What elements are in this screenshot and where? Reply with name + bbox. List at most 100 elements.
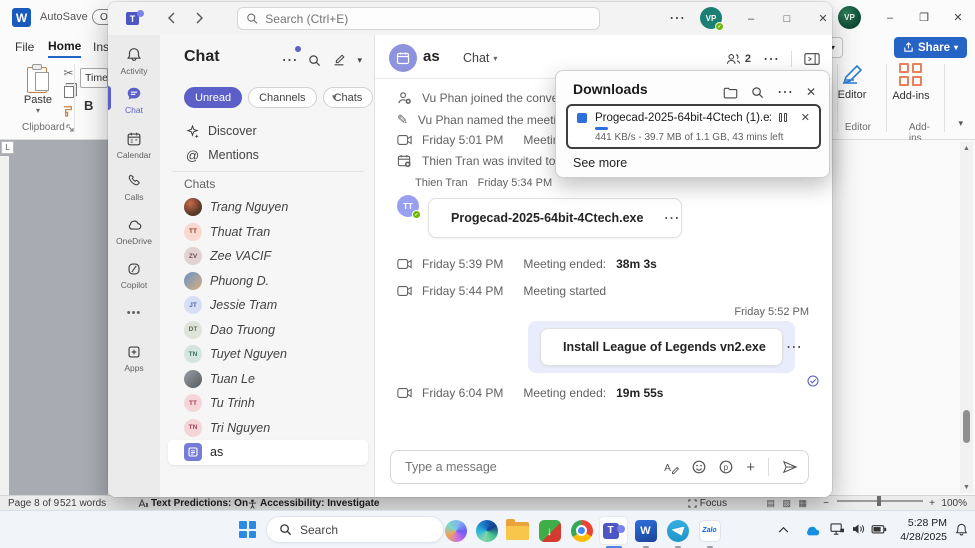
zoom-in-button[interactable]: + xyxy=(929,498,935,509)
word-minimize-button[interactable]: – xyxy=(873,0,907,35)
teams-search-input[interactable] xyxy=(265,12,591,26)
word-close-button[interactable]: ✕ xyxy=(941,0,975,35)
network-icon[interactable] xyxy=(830,523,845,536)
forward-button[interactable] xyxy=(190,9,208,27)
zoom-out-button[interactable]: − xyxy=(823,498,829,509)
cut-button[interactable]: ✂ xyxy=(63,66,73,80)
new-chat-icon[interactable] xyxy=(332,53,346,67)
filter-chats[interactable]: Chats xyxy=(323,87,374,108)
rail-item-calls[interactable]: Calls xyxy=(108,171,160,202)
format-icon[interactable]: A xyxy=(664,461,679,474)
rail-item-onedrive[interactable]: OneDrive xyxy=(108,215,160,246)
teams-profile-avatar[interactable]: VP ✓ xyxy=(700,7,722,29)
participants-button[interactable]: 2 xyxy=(725,52,751,66)
word-scrollbar[interactable]: ▲ ▼ xyxy=(960,142,973,493)
onedrive-icon[interactable] xyxy=(802,524,820,536)
chat-row-tu-trinh[interactable]: TT Tu Trinh xyxy=(168,391,368,416)
open-folder-icon[interactable] xyxy=(723,86,738,99)
zoom-percent[interactable]: 100% xyxy=(941,498,967,509)
filter-channels[interactable]: Channels xyxy=(248,87,316,108)
chat-row-zee-vacif[interactable]: ZV Zee VACIF xyxy=(168,244,368,269)
page-indicator[interactable]: Page 8 of 9 xyxy=(8,498,59,509)
chat-options-button[interactable]: ⋯ xyxy=(281,50,297,70)
view-print-layout-button[interactable]: ▨ xyxy=(782,498,791,509)
rail-item-apps[interactable]: Apps xyxy=(108,342,160,373)
chat-row-dao-truong[interactable]: DT Dao Truong xyxy=(168,318,368,343)
word-restore-button[interactable]: ❐ xyxy=(907,0,941,35)
rail-item-calendar[interactable]: Calendar xyxy=(108,129,160,160)
file-attachment-received[interactable]: Progecad-2025-64bit-4Ctech.exe ⋯ xyxy=(428,198,682,238)
zoom-slider[interactable] xyxy=(837,500,923,502)
addins-button[interactable]: Add-ins xyxy=(885,63,937,102)
titlebar-more-button[interactable]: ⋯ xyxy=(668,9,686,27)
chat-row-thuat-tran[interactable]: TT Thuat Tran xyxy=(168,220,368,245)
taskbar-teams-button[interactable]: T xyxy=(599,516,628,545)
file-attachment-sent[interactable]: Install League of Legends vn2.exe ⋯ xyxy=(540,328,783,366)
file-more-button[interactable]: ⋯ xyxy=(786,337,802,357)
focus-mode-button[interactable]: Focus xyxy=(688,498,727,509)
taskbar-word-button[interactable]: W xyxy=(631,516,660,545)
start-button[interactable] xyxy=(239,521,256,538)
notifications-bell-icon[interactable] xyxy=(955,523,968,536)
taskbar-file-explorer-button[interactable] xyxy=(503,516,532,545)
chat-row-phuong-d[interactable]: Phuong D. xyxy=(168,269,368,294)
taskbar-telegram-button[interactable] xyxy=(663,516,692,545)
message-input[interactable] xyxy=(405,460,651,474)
search-chats-icon[interactable] xyxy=(308,54,321,67)
taskbar-idm-button[interactable]: ↓ xyxy=(535,516,564,545)
chat-row-tuan-le[interactable]: Tuan Le xyxy=(168,367,368,392)
chat-row-as-selected[interactable]: as xyxy=(168,440,368,465)
view-read-mode-button[interactable]: ▤ xyxy=(766,498,775,509)
volume-icon[interactable] xyxy=(852,523,865,535)
mentions-item[interactable]: @ Mentions xyxy=(172,143,364,167)
tab-insert[interactable]: Ins xyxy=(93,35,109,58)
taskbar-clock[interactable]: 5:28 PM 4/28/2025 xyxy=(900,516,947,544)
scroll-thumb[interactable] xyxy=(963,410,970,443)
chat-row-tri-nguyen[interactable]: TN Tri Nguyen xyxy=(168,416,368,441)
teams-maximize-button[interactable]: □ xyxy=(770,2,804,35)
taskbar-chrome-button[interactable] xyxy=(567,516,596,545)
downloads-more-button[interactable]: ⋯ xyxy=(777,82,793,102)
see-more-link[interactable]: See more xyxy=(573,156,627,170)
chat-row-tuyet-nguyen[interactable]: TN Tuyet Nguyen xyxy=(168,342,368,367)
ribbon-collapse-chevron[interactable]: ▾ xyxy=(958,118,963,129)
filters-chevron-icon[interactable]: ▾ xyxy=(332,92,337,103)
rail-item-copilot[interactable]: Copilot xyxy=(108,259,160,290)
rail-more-button[interactable]: ••• xyxy=(108,307,160,319)
tray-chevron-up-ic[interactable] xyxy=(778,526,789,533)
view-web-layout-button[interactable]: ▦ xyxy=(798,498,807,509)
praise-icon[interactable]: p xyxy=(719,460,733,474)
scroll-down-arrow[interactable]: ▼ xyxy=(960,481,973,493)
message-compose-box[interactable]: A p + xyxy=(390,450,809,484)
downloads-close-button[interactable]: ✕ xyxy=(806,85,816,99)
cancel-download-button[interactable]: ✕ xyxy=(801,111,810,124)
share-button[interactable]: Share ▾ xyxy=(894,37,967,58)
teams-search-box[interactable] xyxy=(237,7,600,30)
open-pane-icon[interactable] xyxy=(804,52,820,66)
chevron-down-icon[interactable]: ▾ xyxy=(357,55,362,66)
file-more-button[interactable]: ⋯ xyxy=(663,208,679,228)
tab-home[interactable]: Home xyxy=(48,35,81,58)
teams-minimize-button[interactable]: – xyxy=(734,2,768,35)
chat-row-jessie-tram[interactable]: JT Jessie Tram xyxy=(168,293,368,318)
taskbar-edge-button[interactable] xyxy=(472,516,501,545)
font-name-box[interactable]: Times xyxy=(80,68,108,88)
chat-row-trang-nguyen[interactable]: Trang Nguyen xyxy=(168,195,368,220)
tab-file[interactable]: File xyxy=(15,35,34,58)
text-predictions-status[interactable]: Text Predictions: On xyxy=(138,498,248,509)
send-icon[interactable] xyxy=(782,460,798,474)
bold-button[interactable]: B xyxy=(84,98,93,113)
discover-item[interactable]: Discover xyxy=(172,119,364,143)
filter-unread[interactable]: Unread xyxy=(184,87,242,108)
battery-icon[interactable] xyxy=(871,525,887,534)
rail-item-activity[interactable]: Activity xyxy=(108,45,160,76)
accessibility-status[interactable]: Accessibility: Investigate xyxy=(248,498,380,509)
pause-download-button[interactable] xyxy=(779,113,787,122)
word-app-icon[interactable]: W xyxy=(12,8,31,27)
taskbar-search[interactable]: Search xyxy=(266,516,444,543)
word-count[interactable]: 521 words xyxy=(60,498,106,509)
zoom-slider-thumb[interactable] xyxy=(877,496,881,506)
teams-close-button[interactable]: ✕ xyxy=(806,2,832,35)
copy-button[interactable] xyxy=(64,86,74,98)
tab-stop-selector[interactable]: L xyxy=(1,141,14,154)
